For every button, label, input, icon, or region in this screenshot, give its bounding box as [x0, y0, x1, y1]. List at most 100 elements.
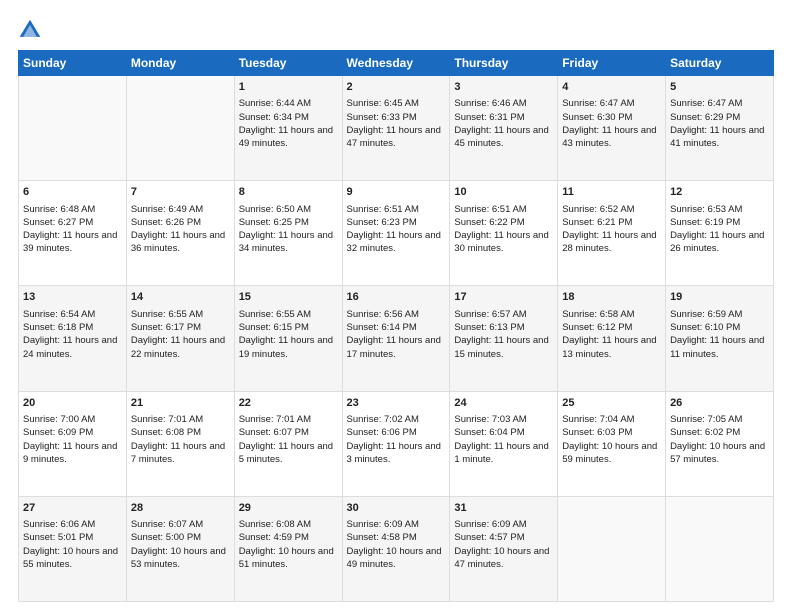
sunrise-text: Sunrise: 6:48 AM	[23, 204, 95, 215]
day-number: 9	[347, 185, 446, 200]
daylight-text: Daylight: 11 hours and 17 minutes.	[347, 335, 441, 359]
calendar-week-row: 1Sunrise: 6:44 AMSunset: 6:34 PMDaylight…	[19, 76, 774, 181]
calendar-week-row: 13Sunrise: 6:54 AMSunset: 6:18 PMDayligh…	[19, 286, 774, 391]
daylight-text: Daylight: 11 hours and 28 minutes.	[562, 230, 656, 254]
daylight-text: Daylight: 11 hours and 34 minutes.	[239, 230, 333, 254]
sunrise-text: Sunrise: 6:47 AM	[562, 98, 634, 109]
day-number: 4	[562, 80, 661, 95]
daylight-text: Daylight: 11 hours and 24 minutes.	[23, 335, 117, 359]
daylight-text: Daylight: 11 hours and 43 minutes.	[562, 125, 656, 149]
day-number: 7	[131, 185, 230, 200]
sunrise-text: Sunrise: 6:46 AM	[454, 98, 526, 109]
day-number: 10	[454, 185, 553, 200]
day-number: 19	[670, 290, 769, 305]
sunset-text: Sunset: 6:15 PM	[239, 322, 309, 333]
sunrise-text: Sunrise: 6:52 AM	[562, 204, 634, 215]
sunrise-text: Sunrise: 7:01 AM	[239, 414, 311, 425]
sunrise-text: Sunrise: 6:59 AM	[670, 309, 742, 320]
calendar-week-row: 6 Sunrise: 6:48 AM Sunset: 6:27 PM Daylight…	[19, 181, 774, 286]
sunset-text: Sunset: 6:04 PM	[454, 427, 524, 438]
sunrise-text: Sunrise: 6:08 AM	[239, 519, 311, 530]
sunset-text: Sunset: 6:27 PM	[23, 217, 93, 228]
sunset-text: Sunset: 5:01 PM	[23, 532, 93, 543]
daylight-text: Daylight: 11 hours and 5 minutes.	[239, 441, 333, 465]
day-number: 11	[562, 185, 661, 200]
daylight-text: Daylight: 11 hours and 26 minutes.	[670, 230, 764, 254]
sunrise-text: Sunrise: 6:09 AM	[347, 519, 419, 530]
calendar-cell	[126, 76, 234, 181]
calendar-week-row: 20Sunrise: 7:00 AMSunset: 6:09 PMDayligh…	[19, 391, 774, 496]
daylight-text: Daylight: 10 hours and 51 minutes.	[239, 546, 334, 570]
weekday-header-thursday: Thursday	[450, 51, 558, 76]
sunset-text: Sunset: 6:14 PM	[347, 322, 417, 333]
calendar-page: SundayMondayTuesdayWednesdayThursdayFrid…	[0, 0, 792, 612]
sunrise-text: Sunrise: 6:06 AM	[23, 519, 95, 530]
header	[18, 18, 774, 42]
daylight-text: Daylight: 11 hours and 11 minutes.	[670, 335, 764, 359]
sunset-text: Sunset: 6:18 PM	[23, 322, 93, 333]
sunrise-text: Sunrise: 7:04 AM	[562, 414, 634, 425]
sunset-text: Sunset: 6:02 PM	[670, 427, 740, 438]
day-number: 23	[347, 396, 446, 411]
sunrise-text: Sunrise: 6:07 AM	[131, 519, 203, 530]
day-number: 29	[239, 501, 338, 516]
daylight-text: Daylight: 10 hours and 47 minutes.	[454, 546, 549, 570]
calendar-cell: 4 Sunrise: 6:47 AM Sunset: 6:30 PM Daylight…	[558, 76, 666, 181]
weekday-header-tuesday: Tuesday	[234, 51, 342, 76]
daylight-text: Daylight: 11 hours and 49 minutes.	[239, 125, 333, 149]
calendar-cell	[666, 496, 774, 601]
sunrise-text: Sunrise: 6:51 AM	[454, 204, 526, 215]
calendar-table: SundayMondayTuesdayWednesdayThursdayFrid…	[18, 50, 774, 602]
day-number: 30	[347, 501, 446, 516]
day-number: 26	[670, 396, 769, 411]
sunrise-text: Sunrise: 6:50 AM	[239, 204, 311, 215]
day-number: 31	[454, 501, 553, 516]
daylight-text: Daylight: 10 hours and 49 minutes.	[347, 546, 442, 570]
sunrise-text: Sunrise: 6:09 AM	[454, 519, 526, 530]
daylight-text: Daylight: 11 hours and 41 minutes.	[670, 125, 764, 149]
day-number: 14	[131, 290, 230, 305]
sunrise-text: Sunrise: 6:53 AM	[670, 204, 742, 215]
calendar-cell: 25Sunrise: 7:04 AMSunset: 6:03 PMDayligh…	[558, 391, 666, 496]
calendar-cell: 16 Sunrise: 6:56 AM Sunset: 6:14 PM Dayligh…	[342, 286, 450, 391]
calendar-cell: 15Sunrise: 6:55 AMSunset: 6:15 PMDayligh…	[234, 286, 342, 391]
sunrise-text: Sunrise: 6:45 AM	[347, 98, 419, 109]
sunrise-text: Sunrise: 7:03 AM	[454, 414, 526, 425]
calendar-cell: 11Sunrise: 6:52 AMSunset: 6:21 PMDayligh…	[558, 181, 666, 286]
day-number: 1	[239, 80, 338, 95]
sunrise-text: Sunrise: 7:01 AM	[131, 414, 203, 425]
calendar-cell: 8Sunrise: 6:50 AMSunset: 6:25 PMDaylight…	[234, 181, 342, 286]
calendar-cell: 23Sunrise: 7:02 AMSunset: 6:06 PMDayligh…	[342, 391, 450, 496]
sunrise-text: Sunrise: 6:49 AM	[131, 204, 203, 215]
sunset-text: Sunset: 6:08 PM	[131, 427, 201, 438]
calendar-cell	[558, 496, 666, 601]
daylight-text: Daylight: 11 hours and 9 minutes.	[23, 441, 117, 465]
weekday-header-monday: Monday	[126, 51, 234, 76]
sunrise-text: Sunrise: 6:57 AM	[454, 309, 526, 320]
calendar-cell: 24Sunrise: 7:03 AMSunset: 6:04 PMDayligh…	[450, 391, 558, 496]
sunrise-text: Sunrise: 7:02 AM	[347, 414, 419, 425]
sunset-text: Sunset: 6:07 PM	[239, 427, 309, 438]
calendar-cell: 30Sunrise: 6:09 AMSunset: 4:58 PMDayligh…	[342, 496, 450, 601]
day-number: 6	[23, 185, 122, 200]
logo	[18, 18, 46, 42]
calendar-cell: 21Sunrise: 7:01 AMSunset: 6:08 PMDayligh…	[126, 391, 234, 496]
day-number: 16	[347, 290, 446, 305]
weekday-header-wednesday: Wednesday	[342, 51, 450, 76]
sunrise-text: Sunrise: 6:58 AM	[562, 309, 634, 320]
sunset-text: Sunset: 6:30 PM	[562, 112, 632, 123]
sunset-text: Sunset: 4:57 PM	[454, 532, 524, 543]
daylight-text: Daylight: 10 hours and 55 minutes.	[23, 546, 118, 570]
sunrise-text: Sunrise: 6:56 AM	[347, 309, 419, 320]
weekday-header-saturday: Saturday	[666, 51, 774, 76]
calendar-cell: 31 Sunrise: 6:09 AM Sunset: 4:57 PM Dayligh…	[450, 496, 558, 601]
daylight-text: Daylight: 11 hours and 36 minutes.	[131, 230, 225, 254]
sunset-text: Sunset: 6:06 PM	[347, 427, 417, 438]
weekday-header-sunday: Sunday	[19, 51, 127, 76]
day-number: 28	[131, 501, 230, 516]
sunset-text: Sunset: 6:09 PM	[23, 427, 93, 438]
calendar-cell: 9Sunrise: 6:51 AMSunset: 6:23 PMDaylight…	[342, 181, 450, 286]
day-number: 12	[670, 185, 769, 200]
calendar-cell: 26Sunrise: 7:05 AMSunset: 6:02 PMDayligh…	[666, 391, 774, 496]
logo-icon	[18, 18, 42, 42]
